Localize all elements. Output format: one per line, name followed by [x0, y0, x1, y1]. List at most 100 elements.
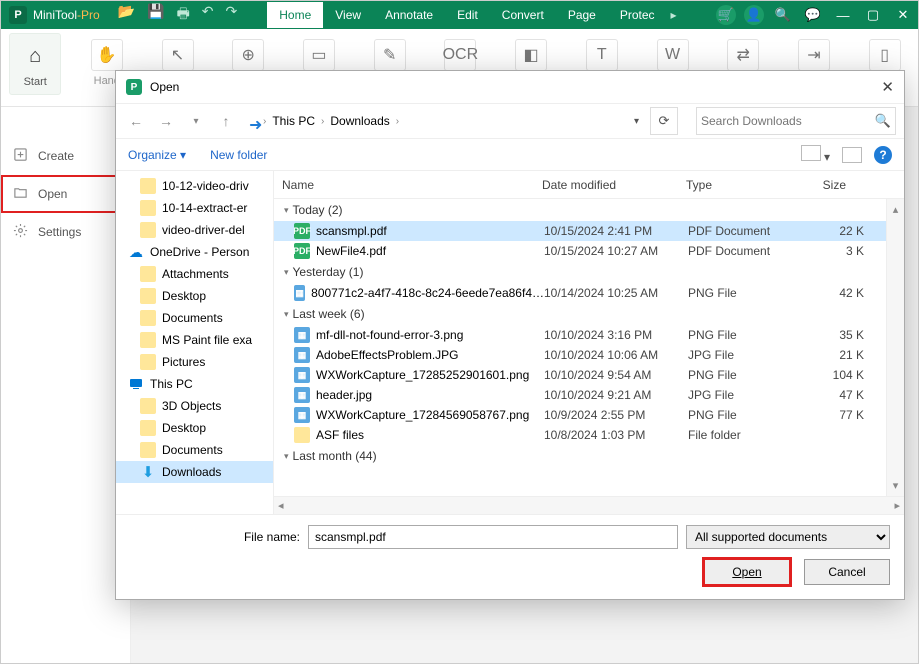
open-icon[interactable]: 📂: [118, 3, 135, 27]
file-row[interactable]: ▦mf-dll-not-found-error-3.png10/10/2024 …: [274, 325, 886, 345]
file-row[interactable]: ASF files10/8/2024 1:03 PMFile folder: [274, 425, 886, 445]
ribbon-tool-Start[interactable]: ⌂Start: [9, 33, 61, 95]
preview-pane-button[interactable]: [842, 147, 862, 163]
nav-refresh-icon[interactable]: ⟳: [650, 107, 678, 135]
ribbon-tool-2[interactable]: ↖: [152, 33, 203, 71]
tree-node[interactable]: This PC: [116, 373, 273, 395]
file-row[interactable]: ▦800771c2-a4f7-418c-8c24-6eede7ea86f4…10…: [274, 283, 886, 303]
minimize-icon[interactable]: —: [832, 4, 854, 26]
tab-home[interactable]: Home: [267, 2, 323, 28]
file-date: 10/14/2024 10:25 AM: [544, 286, 688, 300]
ribbon-tool-6[interactable]: OCR: [435, 33, 486, 71]
print-icon[interactable]: 🖶: [177, 3, 190, 27]
ribbon-tool-3[interactable]: ⊕: [223, 33, 274, 71]
ribbon-tool-8[interactable]: T: [576, 33, 627, 71]
dialog-close-icon[interactable]: ✕: [881, 78, 894, 96]
view-mode-button[interactable]: ▾: [801, 145, 830, 164]
file-row[interactable]: ▦WXWorkCapture_17284569058767.png10/9/20…: [274, 405, 886, 425]
tree-label: 3D Objects: [162, 399, 221, 413]
tree-node[interactable]: Attachments: [116, 263, 273, 285]
maximize-icon[interactable]: ▢: [862, 4, 884, 26]
file-name: mf-dll-not-found-error-3.png: [316, 328, 463, 342]
folder-tree[interactable]: 10-12-video-driv10-14-extract-ervideo-dr…: [116, 171, 274, 514]
tree-node[interactable]: Documents: [116, 307, 273, 329]
breadcrumb-thispc[interactable]: This PC: [268, 112, 319, 130]
breadcrumb[interactable]: ➜ › This PC › Downloads › ▾: [244, 107, 644, 135]
file-row[interactable]: PDFscansmpl.pdf10/15/2024 2:41 PMPDF Doc…: [274, 221, 886, 241]
sidebar-item-create[interactable]: Create: [1, 137, 130, 175]
search-header-icon[interactable]: 🔍: [772, 4, 794, 26]
col-name[interactable]: Name: [274, 178, 534, 192]
file-type: File folder: [688, 428, 808, 442]
horizontal-scrollbar[interactable]: ◂▸: [274, 496, 904, 514]
cart-icon[interactable]: 🛒: [716, 5, 736, 25]
col-date[interactable]: Date modified: [534, 178, 678, 192]
nav-forward-icon[interactable]: →: [154, 109, 178, 133]
organize-menu[interactable]: Organize ▾: [128, 148, 186, 162]
nav-recent-icon[interactable]: ▾: [184, 109, 208, 133]
tabs-overflow-icon[interactable]: ▸: [671, 8, 677, 22]
file-row[interactable]: ▦AdobeEffectsProblem.JPG10/10/2024 10:06…: [274, 345, 886, 365]
tree-node[interactable]: 3D Objects: [116, 395, 273, 417]
file-row[interactable]: ▦WXWorkCapture_17285252901601.png10/10/2…: [274, 365, 886, 385]
chevron-right-icon: ›: [396, 116, 399, 127]
ribbon-tool-10[interactable]: ⇄: [718, 33, 769, 71]
sidebar-item-settings[interactable]: Settings: [1, 213, 130, 251]
undo-icon[interactable]: ↶: [202, 3, 214, 27]
file-group-header[interactable]: ▾ Today (2): [274, 199, 886, 221]
user-icon[interactable]: 👤: [744, 5, 764, 25]
breadcrumb-root-icon[interactable]: ➜: [249, 115, 261, 127]
file-row[interactable]: ▦header.jpg10/10/2024 9:21 AMJPG File47 …: [274, 385, 886, 405]
search-input[interactable]: [701, 114, 875, 128]
file-type-filter[interactable]: All supported documents: [686, 525, 890, 549]
tab-edit[interactable]: Edit: [445, 2, 490, 28]
cancel-button[interactable]: Cancel: [804, 559, 890, 585]
tree-node[interactable]: MS Paint file exa: [116, 329, 273, 351]
tree-node[interactable]: 10-12-video-driv: [116, 175, 273, 197]
col-size[interactable]: Size: [798, 178, 854, 192]
breadcrumb-dropdown[interactable]: ▾: [634, 116, 639, 127]
tree-node[interactable]: Desktop: [116, 285, 273, 307]
chat-icon[interactable]: 💬: [802, 4, 824, 26]
ribbon-tool-9[interactable]: W: [647, 33, 698, 71]
new-folder-button[interactable]: New folder: [210, 148, 267, 162]
redo-icon[interactable]: ↷: [226, 3, 238, 27]
sidebar-item-open[interactable]: Open: [1, 175, 130, 213]
nav-up-icon[interactable]: ↑: [214, 109, 238, 133]
file-name-input[interactable]: [308, 525, 678, 549]
save-icon[interactable]: 💾: [147, 3, 164, 27]
search-icon[interactable]: 🔍: [875, 113, 891, 129]
ribbon-tool-5[interactable]: ✎: [364, 33, 415, 71]
tab-page[interactable]: Page: [556, 2, 608, 28]
nav-back-icon[interactable]: ←: [124, 109, 148, 133]
ribbon-tool-12[interactable]: ▯: [859, 33, 910, 71]
ribbon-tool-11[interactable]: ⇥: [789, 33, 840, 71]
col-type[interactable]: Type: [678, 178, 798, 192]
tab-annotate[interactable]: Annotate: [373, 2, 445, 28]
file-group-header[interactable]: ▾ Last month (44): [274, 445, 886, 467]
tree-node[interactable]: video-driver-del: [116, 219, 273, 241]
tree-node[interactable]: 10-14-extract-er: [116, 197, 273, 219]
column-headers[interactable]: Name Date modified Type Size: [274, 171, 904, 199]
tree-node[interactable]: Pictures: [116, 351, 273, 373]
tab-view[interactable]: View: [323, 2, 373, 28]
file-list[interactable]: ▾ Today (2)PDFscansmpl.pdf10/15/2024 2:4…: [274, 199, 886, 496]
breadcrumb-downloads[interactable]: Downloads: [326, 112, 393, 130]
tree-node[interactable]: ☁OneDrive - Person: [116, 241, 273, 263]
file-row[interactable]: PDFNewFile4.pdf10/15/2024 10:27 AMPDF Do…: [274, 241, 886, 261]
file-group-header[interactable]: ▾ Last week (6): [274, 303, 886, 325]
search-box[interactable]: 🔍: [696, 107, 896, 135]
tab-convert[interactable]: Convert: [490, 2, 556, 28]
ribbon-tool-4[interactable]: ▭: [294, 33, 345, 71]
tool-icon: ⊕: [232, 39, 264, 71]
close-icon[interactable]: ✕: [892, 4, 914, 26]
tab-protec[interactable]: Protec: [608, 2, 667, 28]
vertical-scrollbar[interactable]: ▴▾: [886, 199, 904, 496]
open-button[interactable]: Open: [704, 559, 790, 585]
tree-node[interactable]: Documents: [116, 439, 273, 461]
file-group-header[interactable]: ▾ Yesterday (1): [274, 261, 886, 283]
tree-node[interactable]: Desktop: [116, 417, 273, 439]
tree-node[interactable]: ⬇Downloads: [116, 461, 273, 483]
ribbon-tool-7[interactable]: ◧: [506, 33, 557, 71]
help-icon[interactable]: ?: [874, 146, 892, 164]
